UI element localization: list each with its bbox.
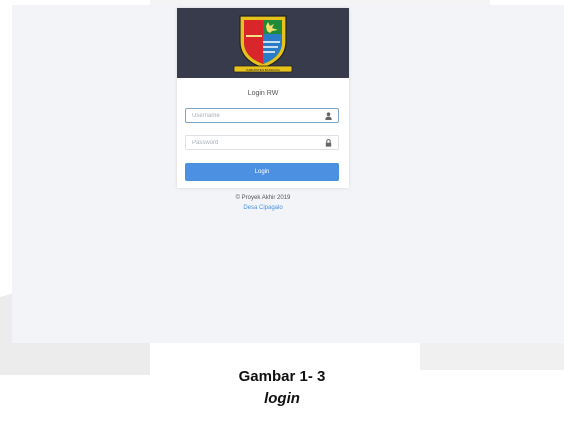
lock-icon [325, 139, 332, 147]
login-button[interactable]: Login [185, 163, 339, 181]
password-input[interactable] [192, 136, 317, 149]
logo-banner-text: KABUPATEN BANDUNG [246, 68, 280, 72]
footer-copyright: © Proyek Akhir 2019 [235, 195, 291, 201]
figure-number: Gambar 1- 3 [238, 368, 326, 385]
login-box: KABUPATEN BANDUNG Login RW Login [177, 8, 349, 188]
login-header: KABUPATEN BANDUNG [177, 8, 349, 78]
password-field[interactable] [185, 135, 339, 150]
login-screen: KABUPATEN BANDUNG Login RW Login © Proye… [12, 5, 564, 343]
background-right-shape [420, 340, 564, 370]
figure-caption: login [264, 390, 300, 407]
footer-village-link[interactable]: Desa Cipagalo [177, 205, 349, 211]
username-field[interactable] [185, 108, 339, 123]
username-input[interactable] [192, 109, 317, 122]
regency-crest-logo: KABUPATEN BANDUNG [233, 15, 293, 73]
user-icon [325, 112, 332, 120]
login-title: Login RW [247, 90, 279, 97]
